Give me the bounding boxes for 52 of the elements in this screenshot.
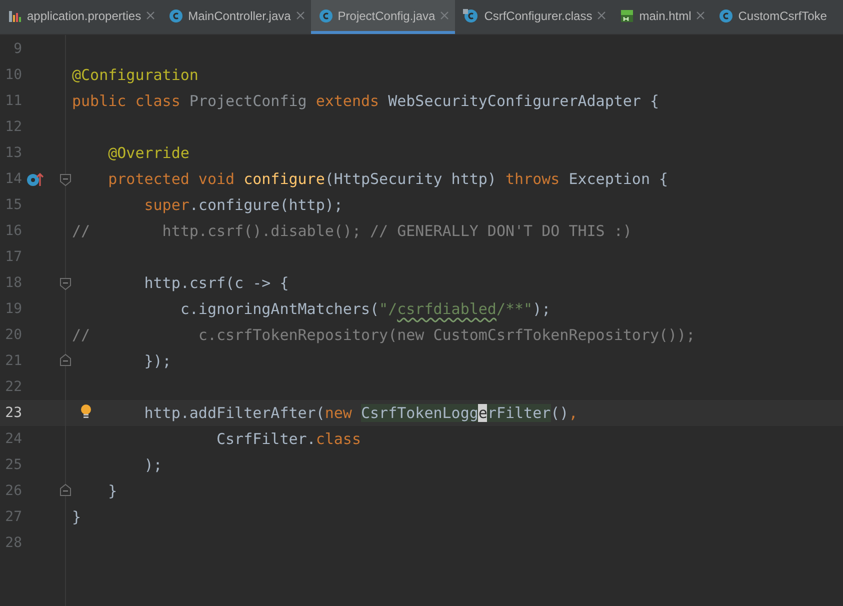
code-line: public class ProjectConfig extends WebSecurityConfigurerAdapter { bbox=[72, 92, 660, 110]
chart-icon bbox=[8, 8, 22, 22]
code-line: c.ignoringAntMatchers("/csrfdiabled/**"); bbox=[179, 300, 551, 318]
line-number: 10 bbox=[4, 67, 22, 83]
code-line: http.addFilterAfter(new CsrfTokenLogge rFilter(), bbox=[143, 404, 578, 422]
code-line: } bbox=[72, 508, 82, 526]
code-line: ); bbox=[143, 456, 162, 474]
code-line: protected void configure(HttpSecurity http) throws Exception { bbox=[107, 170, 668, 188]
line-number: 15 bbox=[4, 197, 22, 213]
class-icon bbox=[169, 8, 184, 22]
line-number: 14 bbox=[4, 171, 22, 187]
line-number: 21 bbox=[4, 353, 22, 369]
code-line: @Configuration bbox=[72, 66, 198, 84]
line-number: 28 bbox=[4, 535, 22, 551]
close-icon[interactable] bbox=[597, 11, 606, 20]
code-line: } bbox=[107, 482, 118, 500]
close-icon[interactable] bbox=[146, 11, 156, 20]
override-icon[interactable] bbox=[26, 171, 44, 187]
code-line: http.csrf(c -> { bbox=[143, 274, 289, 292]
line-number: 19 bbox=[4, 301, 22, 317]
close-icon[interactable] bbox=[296, 11, 305, 20]
class-icon bbox=[719, 8, 734, 22]
fold-icon[interactable] bbox=[60, 354, 71, 366]
line-number: 27 bbox=[4, 509, 22, 525]
class-icon bbox=[463, 8, 480, 22]
line-number: 26 bbox=[4, 483, 22, 499]
line-number: 22 bbox=[4, 379, 22, 395]
html-file-icon bbox=[620, 8, 634, 22]
line-number: 24 bbox=[4, 431, 22, 447]
line-number: 16 bbox=[4, 223, 22, 239]
line-number: 23 bbox=[4, 405, 22, 421]
line-number: 13 bbox=[4, 145, 22, 161]
line-number: 17 bbox=[4, 249, 22, 265]
code-line: super.configure(http); bbox=[143, 196, 343, 214]
class-icon bbox=[318, 8, 333, 22]
line-number: 20 bbox=[4, 327, 22, 343]
editor-tab[interactable]: ProjectConfig.java bbox=[310, 0, 456, 34]
code-line: CsrfFilter.class bbox=[215, 430, 361, 448]
lightbulb-icon[interactable] bbox=[80, 404, 92, 419]
fold-icon[interactable] bbox=[60, 278, 71, 290]
fold-icon[interactable] bbox=[60, 484, 71, 496]
code-line: // c.csrfTokenRepository(new CustomCsrfTokenRepository()); bbox=[72, 326, 696, 344]
fold-icon[interactable] bbox=[60, 174, 71, 186]
line-number: 9 bbox=[12, 41, 22, 57]
code-line: }); bbox=[143, 352, 172, 370]
line-number: 12 bbox=[4, 119, 22, 135]
close-icon[interactable] bbox=[696, 11, 706, 20]
code-line: // http.csrf().disable(); // GENERALLY DON'T DO THIS :) bbox=[72, 222, 632, 240]
line-number: 18 bbox=[4, 275, 22, 291]
code-line: @Override bbox=[107, 144, 190, 162]
line-number: 11 bbox=[4, 93, 22, 109]
line-number: 25 bbox=[4, 457, 22, 473]
